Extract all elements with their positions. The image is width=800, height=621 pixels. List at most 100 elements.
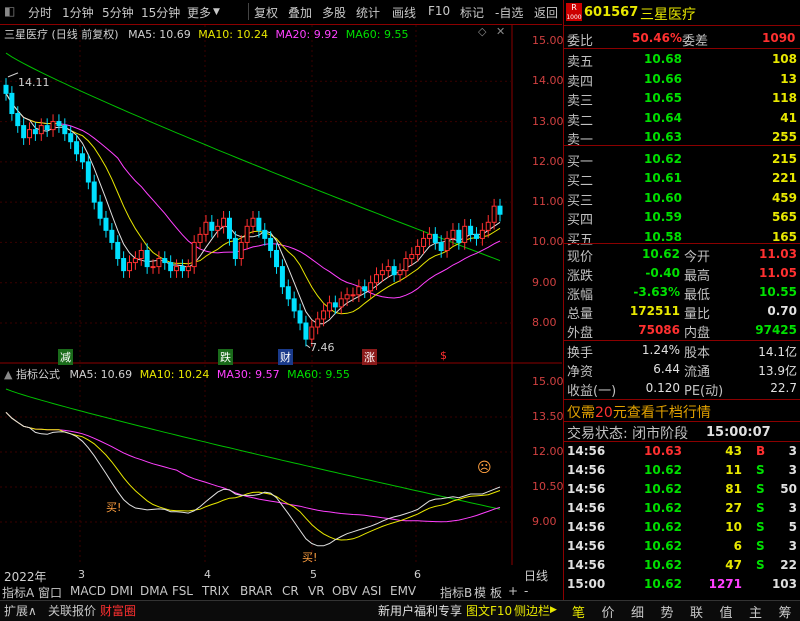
quote-tab[interactable]: 细 [631, 602, 644, 621]
diamond-icon[interactable]: ◇ [478, 25, 486, 38]
period-intraday[interactable]: 分时 [28, 4, 52, 21]
indicator-tab[interactable]: EMV [390, 584, 416, 598]
indicator-tab[interactable]: VR [308, 584, 325, 598]
quote-tab[interactable]: 笔 [572, 602, 585, 621]
indicator-tab[interactable]: 指标A [2, 584, 34, 601]
orderbook-volume[interactable]: 565 [772, 210, 797, 224]
f10-button[interactable]: F10 [428, 4, 450, 18]
fq-button[interactable]: 复权 [254, 4, 278, 21]
orderbook-volume[interactable]: 215 [772, 152, 797, 166]
orderbook-volume[interactable]: 118 [772, 91, 797, 105]
indicator-tab[interactable]: TRIX [202, 584, 229, 598]
indicator-tab[interactable]: CR [282, 584, 299, 598]
tick-volume: 6 [733, 539, 742, 553]
indicator-tab[interactable]: 指标B [440, 584, 472, 601]
period-5min[interactable]: 5分钟 [102, 4, 134, 21]
event-marker-finance[interactable]: 财 [278, 349, 293, 365]
period-15min[interactable]: 15分钟 [141, 4, 180, 21]
orderbook-price[interactable]: 10.68 [644, 52, 682, 66]
tick-count: 3 [788, 444, 797, 458]
back-button[interactable]: 返回 [534, 4, 558, 21]
stat-label: 现价 [567, 250, 594, 265]
weicha-label: 委差 [682, 34, 709, 49]
candle-body [132, 258, 138, 264]
caifu-button[interactable]: 财富圈 [100, 602, 136, 619]
quote-tab[interactable]: 值 [720, 602, 733, 621]
orderbook-volume[interactable]: 108 [772, 52, 797, 66]
candle-body [374, 274, 379, 284]
orderbook-price[interactable]: 10.60 [644, 191, 682, 205]
tick-volume: 43 [725, 444, 742, 458]
orderbook-price[interactable]: 10.61 [644, 171, 682, 185]
candle-body [109, 229, 115, 243]
indicator-title[interactable]: 指标公式 [16, 368, 60, 381]
indicator-tab[interactable]: ASI [362, 584, 381, 598]
y-tick-label: 9.00 [532, 275, 557, 289]
multi-stock-button[interactable]: 多股 [322, 4, 346, 21]
candle-body [79, 153, 85, 163]
related-quote-button[interactable]: 关联报价 [48, 602, 96, 619]
indicator-tab[interactable]: DMI [110, 584, 133, 598]
period-more[interactable]: 更多 [187, 4, 211, 21]
ind-ma5-label: MA5: 10.69 [69, 368, 133, 381]
indicator-tab[interactable]: 板 [490, 584, 502, 601]
orderbook-price[interactable]: 10.59 [644, 210, 682, 224]
quote-tab[interactable]: 势 [661, 602, 674, 621]
remove-watchlist-button[interactable]: -自选 [495, 4, 523, 21]
candle-body [221, 217, 227, 227]
orderbook-volume[interactable]: 165 [772, 230, 797, 244]
indicator-tab[interactable]: MACD [70, 584, 106, 598]
quote-tab[interactable]: 主 [749, 602, 762, 621]
orderbook-price[interactable]: 10.66 [644, 72, 682, 86]
indicator-tab[interactable]: DMA [140, 584, 168, 598]
event-marker-reduce[interactable]: 减 [58, 349, 73, 365]
orderbook-price[interactable]: 10.63 [644, 130, 682, 144]
quote-tab[interactable]: 联 [690, 602, 703, 621]
stat-value: 22.7 [770, 381, 797, 395]
candle-body [409, 254, 415, 260]
orderbook-price[interactable]: 10.65 [644, 91, 682, 105]
candle-body [321, 310, 327, 320]
orderbook-volume[interactable]: 459 [772, 191, 797, 205]
orderbook-price[interactable]: 10.64 [644, 111, 682, 125]
indicator-tab[interactable]: - [524, 584, 528, 598]
weibi-value: 50.46% [632, 31, 682, 45]
chevron-up-icon[interactable]: ▲ [4, 368, 12, 381]
f10-graphic-button[interactable]: 图文F10 [466, 602, 512, 619]
orderbook-volume[interactable]: 221 [772, 171, 797, 185]
indicator-tab[interactable]: + [508, 584, 518, 598]
event-marker-dividend[interactable]: $ [440, 349, 447, 362]
quote-tab[interactable]: 筹 [779, 602, 792, 621]
orderbook-volume[interactable]: 255 [772, 130, 797, 144]
orderbook-price[interactable]: 10.58 [644, 230, 682, 244]
promo-banner[interactable]: 仅需20元查看千档行情 [567, 402, 711, 422]
tick-count: 22 [780, 558, 797, 572]
indicator-tab[interactable]: OBV [332, 584, 358, 598]
new-user-welfare-link[interactable]: 新用户福利专享 [378, 602, 462, 619]
kline-chart[interactable] [0, 25, 562, 570]
stats-button[interactable]: 统计 [356, 4, 380, 21]
expand-button[interactable]: 扩展∧ [4, 602, 37, 619]
indicator-tab[interactable]: BRAR [240, 584, 273, 598]
candle-body [491, 205, 497, 223]
sidebar-button[interactable]: 侧边栏 [514, 602, 550, 619]
close-icon[interactable]: ✕ [496, 25, 505, 38]
mark-button[interactable]: 标记 [460, 4, 484, 21]
indicator-tab[interactable]: 窗口 [38, 584, 62, 601]
orderbook-price[interactable]: 10.62 [644, 152, 682, 166]
quote-tab[interactable]: 价 [602, 602, 615, 621]
event-marker-drop[interactable]: 跌 [218, 349, 233, 365]
stat-value: 10.55 [759, 285, 797, 299]
chevron-down-icon[interactable]: ▼ [213, 7, 220, 17]
indicator-tab[interactable]: FSL [172, 584, 193, 598]
candle-body [397, 270, 403, 276]
period-1min[interactable]: 1分钟 [62, 4, 94, 21]
chevron-right-icon[interactable]: ▶ [550, 605, 557, 615]
orderbook-volume[interactable]: 13 [780, 72, 797, 86]
indicator-tab[interactable]: 模 [474, 584, 486, 601]
event-marker-rise[interactable]: 涨 [362, 349, 377, 365]
draw-line-button[interactable]: 画线 [392, 4, 416, 21]
candle-body [303, 322, 309, 340]
overlay-button[interactable]: 叠加 [288, 4, 312, 21]
orderbook-volume[interactable]: 41 [780, 111, 797, 125]
